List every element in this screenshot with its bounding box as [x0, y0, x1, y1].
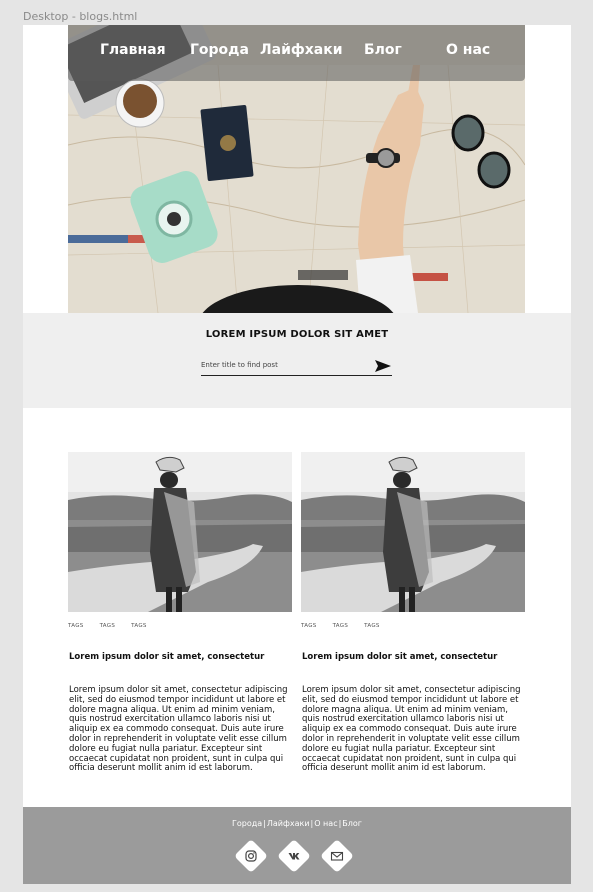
blog-page: Главная Города Лайфхаки Блог О нас LOREM…: [23, 25, 571, 884]
tag[interactable]: TAGS: [301, 623, 317, 629]
separator: |: [338, 819, 342, 828]
post-tags: TAGS TAGS TAGS: [68, 623, 163, 629]
footer-link-cities[interactable]: Города: [232, 819, 262, 828]
footer-link-lifehacks[interactable]: Лайфхаки: [267, 819, 310, 828]
tag[interactable]: TAGS: [68, 623, 84, 629]
send-arrow-icon[interactable]: [374, 359, 392, 373]
post-body: Lorem ipsum dolor sit amet, consectetur …: [302, 685, 521, 774]
search-section: LOREM IPSUM DOLOR SIT AMET: [23, 313, 571, 408]
nav-item-about[interactable]: О нас: [446, 42, 490, 58]
post-image: [68, 452, 292, 612]
nav-item-blog[interactable]: Блог: [364, 42, 402, 58]
nav-item-lifehacks[interactable]: Лайфхаки: [260, 42, 343, 58]
tag[interactable]: TAGS: [333, 623, 349, 629]
post-body: Lorem ipsum dolor sit amet, consectetur …: [69, 685, 288, 774]
tag[interactable]: TAGS: [131, 623, 147, 629]
post-image: [301, 452, 525, 612]
post-title[interactable]: Lorem ipsum dolor sit amet, consectetur: [302, 652, 497, 662]
post-card[interactable]: TAGS TAGS TAGS Lorem ipsum dolor sit ame…: [301, 452, 525, 773]
footer-links: Города|Лайфхаки|О нас|Блог: [23, 819, 571, 828]
tag[interactable]: TAGS: [364, 623, 380, 629]
footer: Города|Лайфхаки|О нас|Блог: [23, 807, 571, 884]
tag[interactable]: TAGS: [100, 623, 116, 629]
vk-icon[interactable]: [277, 839, 311, 873]
search-box: [201, 357, 392, 376]
search-title: LOREM IPSUM DOLOR SIT AMET: [205, 329, 389, 340]
separator: |: [263, 819, 266, 828]
instagram-icon[interactable]: [234, 839, 268, 873]
post-card[interactable]: TAGS TAGS TAGS Lorem ipsum dolor sit ame…: [68, 452, 292, 773]
frame-label: Desktop - blogs.html: [23, 10, 138, 23]
nav-item-home[interactable]: Главная: [100, 42, 166, 58]
search-input[interactable]: [201, 361, 366, 369]
footer-link-blog[interactable]: Блог: [342, 819, 362, 828]
nav-item-cities[interactable]: Города: [190, 42, 249, 58]
separator: |: [310, 819, 314, 828]
post-tags: TAGS TAGS TAGS: [301, 623, 396, 629]
mail-icon[interactable]: [320, 839, 354, 873]
top-nav: Главная Города Лайфхаки Блог О нас: [68, 25, 525, 81]
post-title[interactable]: Lorem ipsum dolor sit amet, consectetur: [69, 652, 264, 662]
footer-link-about[interactable]: О нас: [314, 819, 337, 828]
